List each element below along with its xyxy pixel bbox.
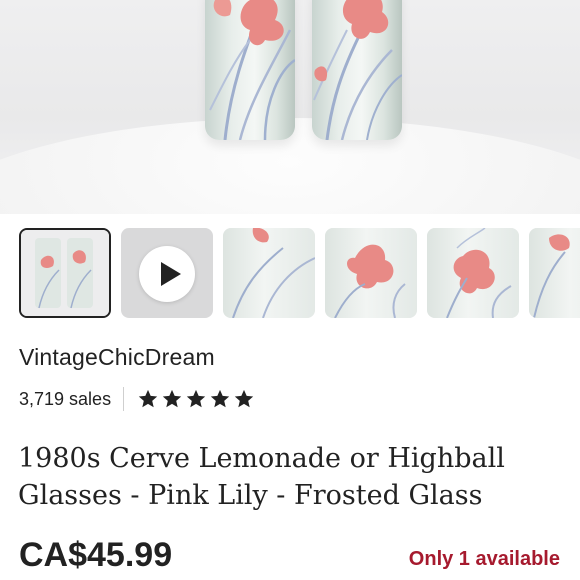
- thumbnail-video[interactable]: [121, 228, 213, 318]
- star-icon: [186, 389, 206, 408]
- sales-count: 3,719 sales: [19, 388, 112, 409]
- star-icon: [210, 389, 230, 408]
- thumbnail-5[interactable]: [427, 228, 519, 318]
- listing-price: CA$45.99: [19, 536, 173, 574]
- shop-name-link[interactable]: VintageChicDream: [19, 344, 215, 371]
- rating-stars[interactable]: [137, 388, 255, 410]
- star-icon: [138, 389, 158, 408]
- shop-stats-row: 3,719 sales: [19, 386, 255, 412]
- thumbnail-4[interactable]: [325, 228, 417, 318]
- thumbnail-6[interactable]: [529, 228, 580, 318]
- star-icon: [234, 389, 254, 408]
- listing-title: 1980s Cerve Lemonade or Highball Glasses…: [18, 443, 505, 511]
- play-icon[interactable]: [139, 246, 195, 302]
- product-main-image[interactable]: [0, 0, 580, 214]
- glass-right: [312, 0, 402, 140]
- glass-left: [205, 0, 295, 140]
- thumbnail-3[interactable]: [223, 228, 315, 318]
- star-icon: [162, 389, 182, 408]
- thumbnail-strip[interactable]: [0, 226, 580, 322]
- stats-divider: [123, 387, 125, 411]
- thumbnail-1-selected[interactable]: [19, 228, 111, 318]
- availability-status: Only 1 available: [408, 548, 560, 570]
